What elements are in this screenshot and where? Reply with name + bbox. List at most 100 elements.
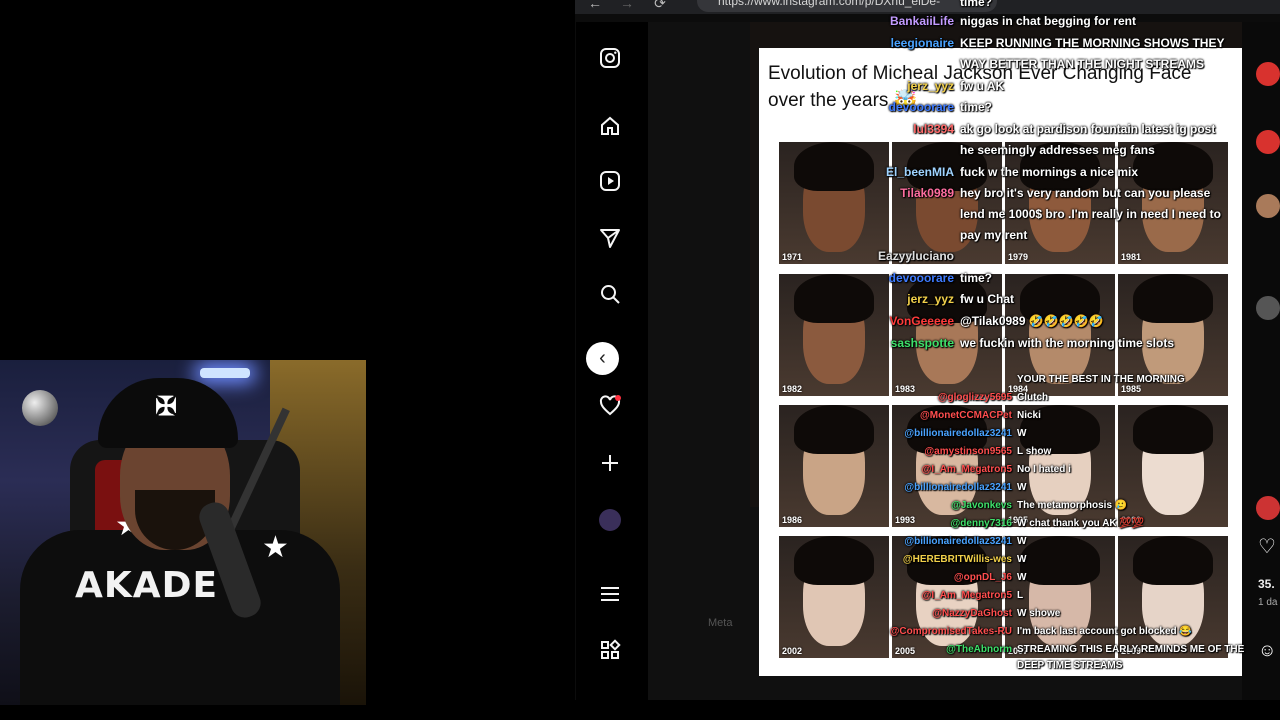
chat-text: WAY BETTER THAN THE NIGHT STREAMS bbox=[960, 57, 1205, 71]
chat-message: sashspotte we fuckin with the morning tim… bbox=[760, 336, 1260, 352]
chat-message: devooorare time? bbox=[760, 271, 1260, 287]
chat-username[interactable]: @MonetCCMACPet bbox=[760, 410, 1012, 421]
chat-text: he seemingly addresses meg fans bbox=[960, 143, 1155, 157]
chat-username[interactable]: @CompromisedTakes-RU bbox=[760, 626, 1012, 637]
chat-username[interactable]: @opnDL_J6 bbox=[760, 572, 1012, 583]
emoji-icon[interactable]: ☺ bbox=[1258, 640, 1280, 664]
chat-username[interactable]: @HEREBRITWillis-wes bbox=[760, 554, 1012, 565]
chat-username[interactable]: @amystinson9565 bbox=[760, 446, 1012, 457]
chat-message: lend me 1000$ bro .I'm really in need I … bbox=[760, 207, 1260, 223]
chat-text: time? bbox=[960, 0, 993, 9]
chat-text: L show bbox=[1017, 446, 1052, 457]
chat-text: I'm back last account got blocked 😂 bbox=[1017, 626, 1192, 637]
search-icon[interactable] bbox=[596, 282, 624, 310]
chat-username[interactable]: @gloglizzy5695 bbox=[760, 392, 1012, 403]
chat-username[interactable]: @billionairedollaz3241 bbox=[760, 428, 1012, 439]
chat-username[interactable]: lul3394 bbox=[760, 122, 954, 136]
heart-icon[interactable] bbox=[596, 394, 624, 422]
chat-text: Clutch bbox=[1017, 392, 1049, 403]
chat-message-small: @billionairedollaz3241 W bbox=[760, 428, 1260, 442]
chat-username[interactable]: sashspotte bbox=[760, 336, 954, 350]
chat-message-small: @amystinson9565 L show bbox=[760, 446, 1260, 460]
back-button[interactable]: ← bbox=[585, 0, 605, 13]
menu-icon[interactable] bbox=[596, 582, 624, 610]
chevron-left-icon: ‹ bbox=[599, 347, 606, 369]
chat-message-small: @gloglizzy5695 Clutch bbox=[760, 392, 1260, 406]
photo-cell: 1971 bbox=[779, 142, 889, 264]
instagram-logo-icon[interactable] bbox=[596, 46, 624, 74]
like-count: 35. bbox=[1258, 577, 1275, 591]
chat-username[interactable]: @Javonkevs bbox=[760, 500, 1012, 511]
chat-username[interactable]: @billionairedollaz3241 bbox=[760, 536, 1012, 547]
chat-username[interactable]: devooorare bbox=[760, 271, 954, 285]
chat-message: he seemingly addresses meg fans bbox=[760, 143, 1260, 159]
footer-meta[interactable]: Meta bbox=[708, 617, 732, 629]
chat-text: fw u Chat bbox=[960, 292, 1014, 306]
chat-message-small: @I_Am_Megatron5 No I hated i bbox=[760, 464, 1260, 478]
chat-text: W bbox=[1017, 482, 1027, 493]
chat-username[interactable]: @denny7316 bbox=[760, 518, 1012, 529]
chat-text: time? bbox=[960, 271, 993, 285]
disco-ball bbox=[22, 390, 58, 426]
forward-button[interactable]: → bbox=[617, 0, 637, 13]
chat-message-small: @billionairedollaz3241 W bbox=[760, 536, 1260, 550]
chat-text: The metamorphosis 🥲 bbox=[1017, 500, 1128, 511]
chat-message: jerz_yyz fw u Chat bbox=[760, 292, 1260, 308]
chat-username[interactable]: El_beenMIA bbox=[760, 165, 954, 179]
photo-cell: 1979 bbox=[1005, 142, 1115, 264]
chat-username[interactable]: Eazyyluciano bbox=[760, 249, 954, 263]
ceiling-light bbox=[200, 368, 250, 378]
chat-message-small: @opnDL_J6 W bbox=[760, 572, 1260, 586]
chat-message-small: @Javonkevs The metamorphosis 🥲 bbox=[760, 500, 1260, 514]
chat-text: W bbox=[1017, 428, 1027, 439]
chat-message-small: @CompromisedTakes-RU I'm back last accoun… bbox=[760, 626, 1260, 640]
chat-username[interactable]: @NazzyDaGhost bbox=[760, 608, 1012, 619]
chat-text: W showe bbox=[1017, 608, 1061, 619]
chat-message-small: @TheAbnorm STREAMING THIS EARLY REMINDS M… bbox=[760, 644, 1260, 658]
chat-message: Eazyyluciano bbox=[760, 249, 1260, 265]
chat-message: devooorare time? bbox=[760, 100, 1260, 116]
chat-username[interactable]: @TheAbnorm bbox=[760, 644, 1012, 655]
threads-icon[interactable] bbox=[596, 638, 624, 666]
chat-text: hey bro it's very random but can you ple… bbox=[960, 186, 1211, 200]
chat-text: DEEP TIME STREAMS bbox=[1017, 660, 1123, 671]
profile-icon[interactable] bbox=[596, 506, 624, 534]
chat-message: El_beenMIA fuck w the mornings a nice mix bbox=[760, 165, 1260, 181]
chat-username[interactable]: leegionaire bbox=[760, 36, 954, 50]
streamer-shirt bbox=[20, 530, 340, 705]
like-icon[interactable]: ♡ bbox=[1258, 534, 1280, 558]
chat-username[interactable]: jerz_yyz bbox=[760, 79, 954, 93]
create-icon[interactable] bbox=[596, 451, 624, 479]
reload-button[interactable]: ⟳ bbox=[650, 0, 670, 13]
reels-icon[interactable] bbox=[596, 169, 624, 197]
bottom-bar bbox=[0, 705, 1280, 720]
chat-text: pay my rent bbox=[960, 228, 1028, 242]
chat-username[interactable]: @billionairedollaz3241 bbox=[760, 482, 1012, 493]
chat-username[interactable]: BankaiiLife bbox=[760, 14, 954, 28]
chat-text: W chat thank you AK 💯💯 bbox=[1017, 518, 1145, 529]
chat-text: we fuckin with the morning time slots bbox=[960, 336, 1175, 350]
chat-message-small: @HEREBRITWillis-wes W bbox=[760, 554, 1260, 568]
send-icon[interactable] bbox=[596, 226, 624, 254]
chat-message-small: @I_Am_Megatron5 L bbox=[760, 590, 1260, 604]
webcam-feed: AKADE ★ ★ ✠ bbox=[0, 360, 366, 705]
chat-text: L bbox=[1017, 590, 1024, 601]
chat-message-small: DEEP TIME STREAMS bbox=[760, 660, 1260, 674]
chat-message: Tilak0989 hey bro it's very random but ca… bbox=[760, 186, 1260, 202]
chat-username[interactable]: VonGeeeee bbox=[760, 314, 954, 328]
chat-message: VonGeeeee @Tilak0989 🤣🤣🤣🤣🤣 bbox=[760, 314, 1260, 330]
chat-username[interactable]: @I_Am_Megatron5 bbox=[760, 590, 1012, 601]
chat-username[interactable]: jerz_yyz bbox=[760, 292, 954, 306]
chat-text: YOUR THE BEST IN THE MORNING bbox=[1017, 374, 1185, 385]
chat-username[interactable]: @I_Am_Megatron5 bbox=[760, 464, 1012, 475]
chat-message: jerz_yyz fw u AK bbox=[760, 79, 1260, 95]
chat-text: KEEP RUNNING THE MORNING SHOWS THEY bbox=[960, 36, 1225, 50]
chat-username[interactable]: Tilak0989 bbox=[760, 186, 954, 200]
chat-text: fw u AK bbox=[960, 79, 1005, 93]
home-icon[interactable] bbox=[596, 114, 624, 142]
chat-username[interactable]: devooorare bbox=[760, 100, 954, 114]
previous-post-button[interactable]: ‹ bbox=[586, 342, 619, 375]
chat-message-small: @billionairedollaz3241 W bbox=[760, 482, 1260, 496]
chat-message-small: @denny7316 W chat thank you AK 💯💯 bbox=[760, 518, 1260, 532]
shirt-star: ★ bbox=[262, 531, 289, 564]
